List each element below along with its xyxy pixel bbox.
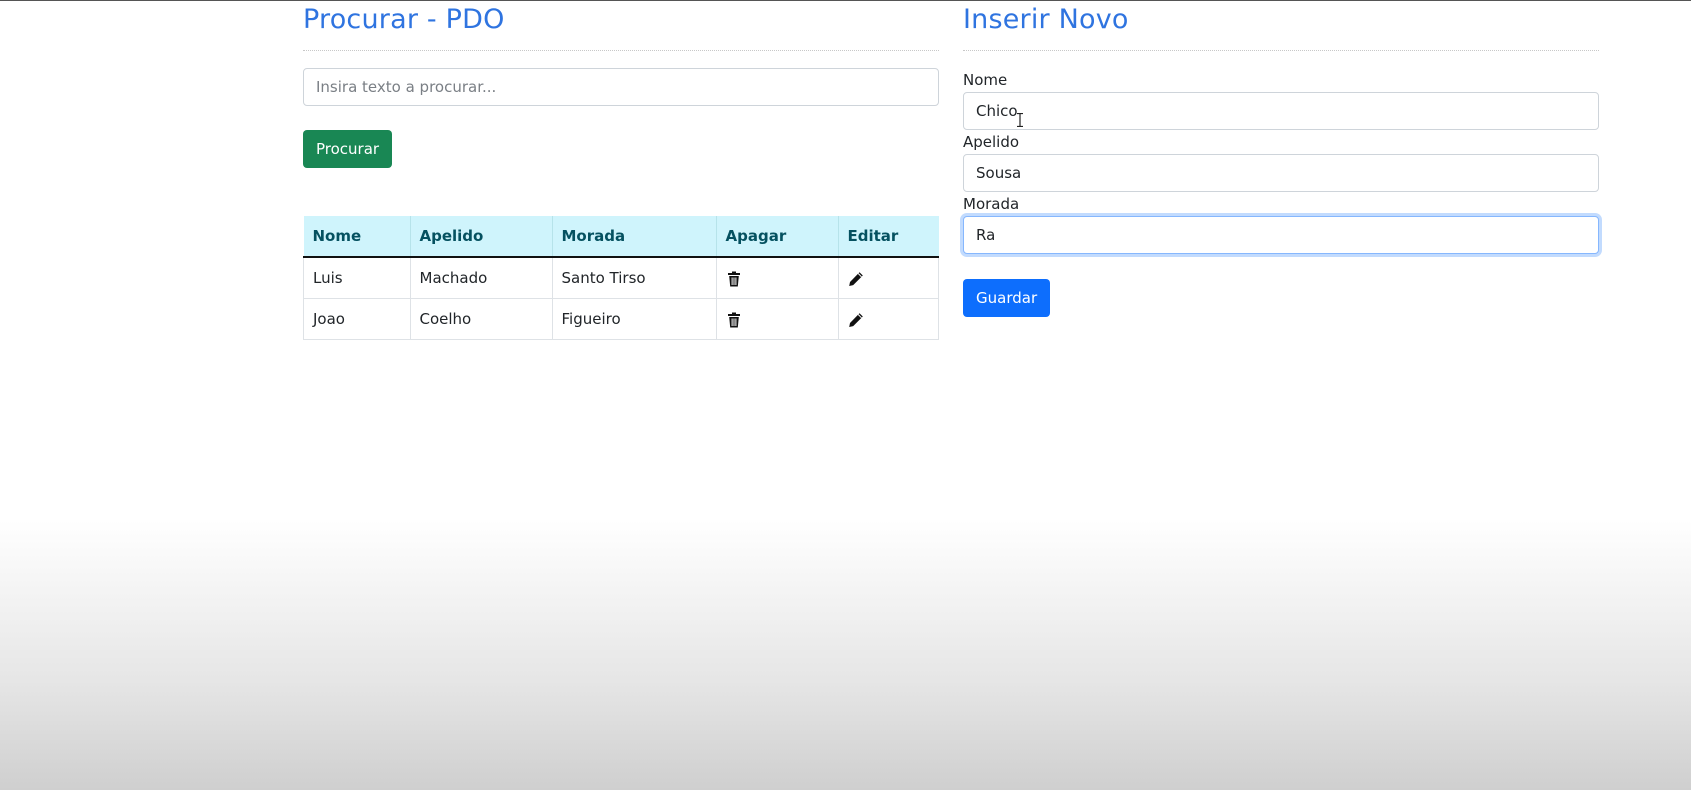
text-cursor-icon [1017,113,1023,127]
table-row: Luis Machado Santo Tirso [303,256,939,299]
cell-nome: Luis [303,256,411,299]
pencil-icon[interactable] [848,271,864,287]
header-apelido: Apelido [410,216,553,258]
cell-editar [837,256,939,299]
search-title: Procurar - PDO [303,4,505,35]
cell-apelido: Coelho [409,298,553,340]
insert-title: Inserir Novo [963,4,1129,35]
cell-nome: Joao [303,298,411,340]
search-button[interactable]: Procurar [303,130,393,168]
save-button[interactable]: Guardar [963,279,1051,317]
search-divider [303,50,939,51]
apelido-label: Apelido [963,133,1020,151]
apelido-field[interactable] [963,154,1599,192]
table-row: Joao Coelho Figueiro [303,298,939,340]
nome-label: Nome [963,71,1008,89]
cell-morada: Figueiro [551,298,717,340]
trash-icon[interactable] [726,312,742,328]
morada-field[interactable] [963,216,1599,254]
table-header-row: Nome Apelido Morada Apagar Editar [303,216,939,258]
cell-morada: Santo Tirso [551,256,717,299]
pencil-icon[interactable] [848,312,864,328]
cell-apagar [715,298,839,340]
header-editar: Editar [838,216,939,258]
header-nome: Nome [303,216,411,258]
results-table: Nome Apelido Morada Apagar Editar Luis M… [303,216,939,340]
header-morada: Morada [552,216,717,258]
trash-icon[interactable] [726,271,742,287]
header-apagar: Apagar [716,216,839,258]
search-input[interactable] [303,68,939,106]
insert-divider [963,50,1599,51]
nome-field[interactable] [963,92,1599,130]
cell-apelido: Machado [409,256,553,299]
cell-apagar [715,256,839,299]
window-top-border [0,0,1691,1]
cell-editar [837,298,939,340]
morada-label: Morada [963,195,1020,213]
